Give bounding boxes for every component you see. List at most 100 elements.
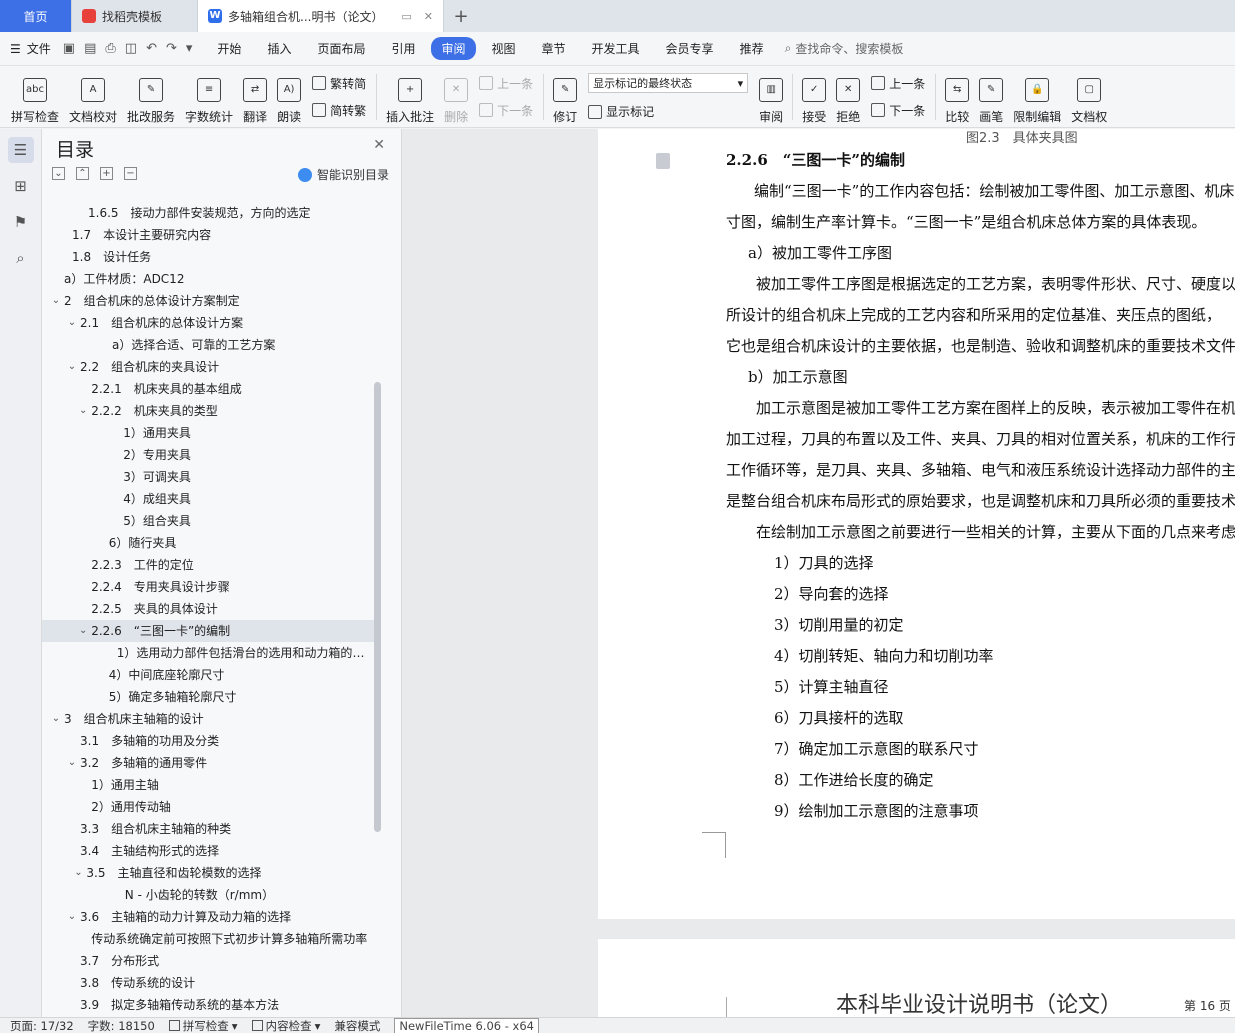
toc-item[interactable]: ⌄ 3.2 多轴箱的通用零件 [42, 752, 376, 774]
collapse-all-icon[interactable]: ⌄ [52, 167, 65, 180]
smart-toc-button[interactable]: 智能识别目录 [297, 166, 389, 183]
close-icon[interactable]: ✕ [424, 10, 433, 23]
print-preview-icon[interactable]: ◫ [125, 41, 137, 56]
new-tab-button[interactable]: + [444, 0, 478, 32]
menu-member[interactable]: 会员专享 [656, 37, 724, 60]
toc-item[interactable]: ⌄ 2.2.2 机床夹具的类型 [42, 400, 376, 422]
prev-comment-button[interactable]: 上一条 [479, 75, 533, 92]
toc-item[interactable]: 1）通用主轴 [42, 774, 376, 796]
save-icon[interactable]: ▣ [63, 41, 75, 56]
batch-service-button[interactable]: ✎ 批改服务 [122, 69, 180, 125]
toc-item[interactable]: 3.9 拟定多轴箱传动系统的基本方法 [42, 994, 376, 1016]
toc-item[interactable]: 1.8 设计任务 [42, 246, 376, 268]
word-count[interactable]: 字数: 18150 [88, 1018, 155, 1033]
bookmark-icon[interactable]: ⚑ [8, 209, 34, 235]
show-markup-button[interactable]: 显示标记 [588, 103, 748, 120]
markup-state-select[interactable]: 显示标记的最终状态 ▾ [588, 73, 749, 93]
file-menu[interactable]: ☰ 文件 [10, 40, 51, 57]
toc-item[interactable]: 4）中间底座轮廓尺寸 [42, 664, 376, 686]
toc-item[interactable]: 3.8 传动系统的设计 [42, 972, 376, 994]
simp-to-trad-button[interactable]: 简转繁 [312, 102, 366, 119]
customize-dropdown-icon[interactable]: ▾ [186, 41, 193, 56]
menu-page-layout[interactable]: 页面布局 [307, 37, 375, 60]
toc-item[interactable]: ⌄ 2.1 组合机床的总体设计方案 [42, 312, 376, 334]
toc-item[interactable]: 2.2.5 夹具的具体设计 [42, 598, 376, 620]
toc-item[interactable]: 4）成组夹具 [42, 488, 376, 510]
redo-icon[interactable]: ↷ [166, 41, 177, 56]
expand-up-icon[interactable]: ⌃ [76, 167, 89, 180]
menu-start[interactable]: 开始 [207, 37, 251, 60]
print-icon[interactable]: ⎙ [105, 41, 115, 56]
toc-item[interactable]: 3）可调夹具 [42, 466, 376, 488]
chevron-down-icon[interactable]: ⌄ [66, 356, 78, 378]
undo-icon[interactable]: ↶ [146, 41, 157, 56]
toc-item[interactable]: ⌄ 3 组合机床主轴箱的设计 [42, 708, 376, 730]
trad-to-simp-button[interactable]: 繁转简 [312, 75, 366, 92]
insert-comment-button[interactable]: + 插入批注 [381, 69, 439, 125]
menu-developer[interactable]: 开发工具 [582, 37, 650, 60]
chevron-down-icon[interactable]: ⌄ [50, 708, 62, 730]
reject-button[interactable]: ✕ 拒绝 [831, 69, 865, 125]
track-changes-button[interactable]: ✎ 修订 [548, 69, 582, 125]
toc-item[interactable]: 1.6.5 接动力部件安装规范，方向的选定 [42, 202, 376, 224]
toc-icon[interactable]: ☰ [7, 137, 34, 163]
next-revision-button[interactable]: 下一条 [871, 102, 925, 119]
chevron-down-icon[interactable]: ⌄ [66, 312, 78, 334]
translate-button[interactable]: ⇄ 翻译 [238, 69, 272, 125]
toc-item[interactable]: 3.4 主轴结构形式的选择 [42, 840, 376, 862]
doc-permission-button[interactable]: ▢ 文档权 [1066, 69, 1112, 125]
chevron-down-icon[interactable]: ⌄ [66, 906, 78, 928]
prev-revision-button[interactable]: 上一条 [871, 75, 925, 92]
toc-item[interactable]: 3.1 多轴箱的功用及分类 [42, 730, 376, 752]
window-mode-icon[interactable]: ▭ [401, 10, 411, 23]
toc-item[interactable]: a）工件材质：ADC12 [42, 268, 376, 290]
toc-item[interactable]: 2.2.4 专用夹具设计步骤 [42, 576, 376, 598]
chevron-down-icon[interactable]: ⌄ [77, 620, 89, 642]
toc-item[interactable]: 1）选用动力部件包括滑台的选用和动力箱的选用 [42, 642, 376, 664]
toc-item[interactable]: 1.7 本设计主要研究内容 [42, 224, 376, 246]
toc-item[interactable]: 3.3 组合机床主轴箱的种类 [42, 818, 376, 840]
toc-item[interactable]: ⌄ 2.2 组合机床的夹具设计 [42, 356, 376, 378]
compare-button[interactable]: ⇆ 比较 [940, 69, 974, 125]
expand-icon[interactable]: + [100, 167, 113, 180]
word-count-button[interactable]: ≡ 字数统计 [180, 69, 238, 125]
toc-item[interactable]: 2.2.1 机床夹具的基本组成 [42, 378, 376, 400]
toc-item[interactable]: 2.2.3 工件的定位 [42, 554, 376, 576]
toc-scrollbar[interactable] [374, 382, 381, 832]
chevron-down-icon[interactable]: ⌄ [72, 862, 84, 884]
review-pane-button[interactable]: ▥ 审阅 [754, 69, 788, 125]
read-aloud-button[interactable]: A) 朗读 [272, 69, 306, 125]
menu-section[interactable]: 章节 [532, 37, 576, 60]
toc-item[interactable]: ⌄ 2 组合机床的总体设计方案制定 [42, 290, 376, 312]
accept-button[interactable]: ✓ 接受 [797, 69, 831, 125]
toc-item[interactable]: 6）随行夹具 [42, 532, 376, 554]
restrict-editing-button[interactable]: 🔒 限制编辑 [1008, 69, 1066, 125]
menu-view[interactable]: 视图 [482, 37, 526, 60]
paragraph-menu-icon[interactable] [656, 153, 670, 169]
menu-recommend[interactable]: 推荐 [730, 37, 774, 60]
chevron-down-icon[interactable]: ⌄ [77, 400, 89, 422]
toc-item[interactable]: 5）确定多轴箱轮廓尺寸 [42, 686, 376, 708]
doc-proof-button[interactable]: A 文档校对 [64, 69, 122, 125]
toc-item[interactable]: 传动系统确定前可按照下式初步计算多轴箱所需功率 [42, 928, 376, 950]
tab-template[interactable]: 找稻壳模板 [72, 0, 198, 32]
export-pdf-icon[interactable]: ▤ [84, 41, 96, 56]
toc-item[interactable]: ⌄ 3.5 主轴直径和齿轮模数的选择 [42, 862, 376, 884]
toc-item[interactable]: 3.7 分布形式 [42, 950, 376, 972]
toc-item[interactable]: 1）通用夹具 [42, 422, 376, 444]
pen-button[interactable]: ✎ 画笔 [974, 69, 1008, 125]
spell-check-status[interactable]: 拼写检查 ▾ [168, 1018, 238, 1033]
spell-check-button[interactable]: abc 拼写检查 [6, 69, 64, 125]
tab-document[interactable]: W 多轴箱组合机...明书（论文） ▭ ✕ [198, 0, 444, 32]
toc-item[interactable]: N - 小齿轮的转数（r/mm） [42, 884, 376, 906]
toc-item[interactable]: 5）组合夹具 [42, 510, 376, 532]
tab-home[interactable]: 首页 [0, 0, 72, 32]
close-icon[interactable]: ✕ [373, 137, 385, 153]
chevron-down-icon[interactable]: ⌄ [66, 752, 78, 774]
toc-item[interactable]: 2）专用夹具 [42, 444, 376, 466]
chevron-down-icon[interactable]: ⌄ [50, 290, 62, 312]
toc-item[interactable]: a）选择合适、可靠的工艺方案 [42, 334, 376, 356]
toc-item[interactable]: ⌄ 3.6 主轴箱的动力计算及动力箱的选择 [42, 906, 376, 928]
menu-references[interactable]: 引用 [381, 37, 425, 60]
content-check-status[interactable]: 内容检查 ▾ [251, 1018, 320, 1033]
